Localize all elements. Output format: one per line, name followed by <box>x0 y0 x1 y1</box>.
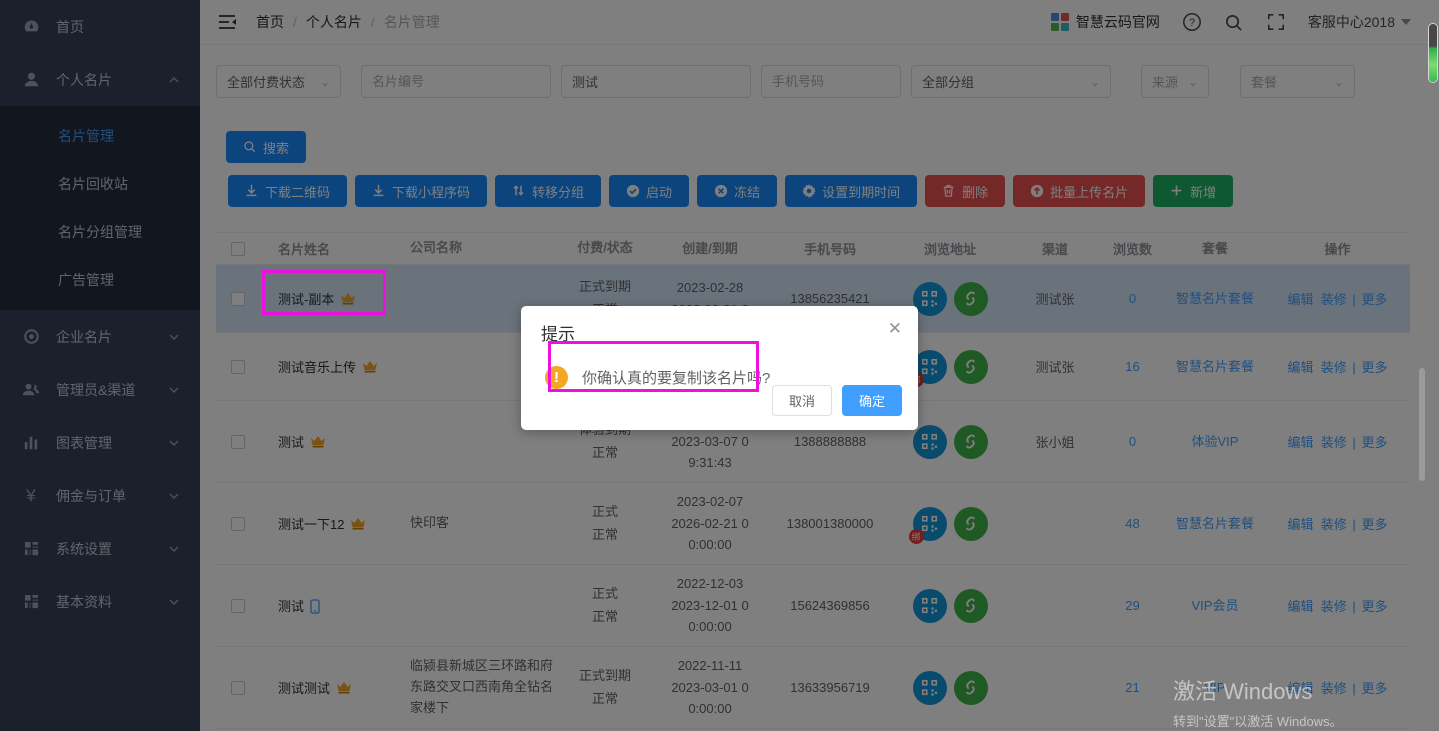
close-icon[interactable]: ✕ <box>888 320 902 337</box>
cancel-button[interactable]: 取消 <box>772 385 832 416</box>
page-scrollbar-thumb[interactable] <box>1429 24 1437 82</box>
confirm-dialog: 提示 ✕ ! 你确认真的要复制该名片吗? 取消 确定 <box>521 306 918 430</box>
confirm-button[interactable]: 确定 <box>842 385 902 416</box>
dialog-message: 你确认真的要复制该名片吗? <box>582 367 770 388</box>
dialog-title: 提示 <box>541 320 898 345</box>
warning-icon: ! <box>545 366 568 389</box>
table-scrollbar-thumb[interactable] <box>1419 368 1425 481</box>
